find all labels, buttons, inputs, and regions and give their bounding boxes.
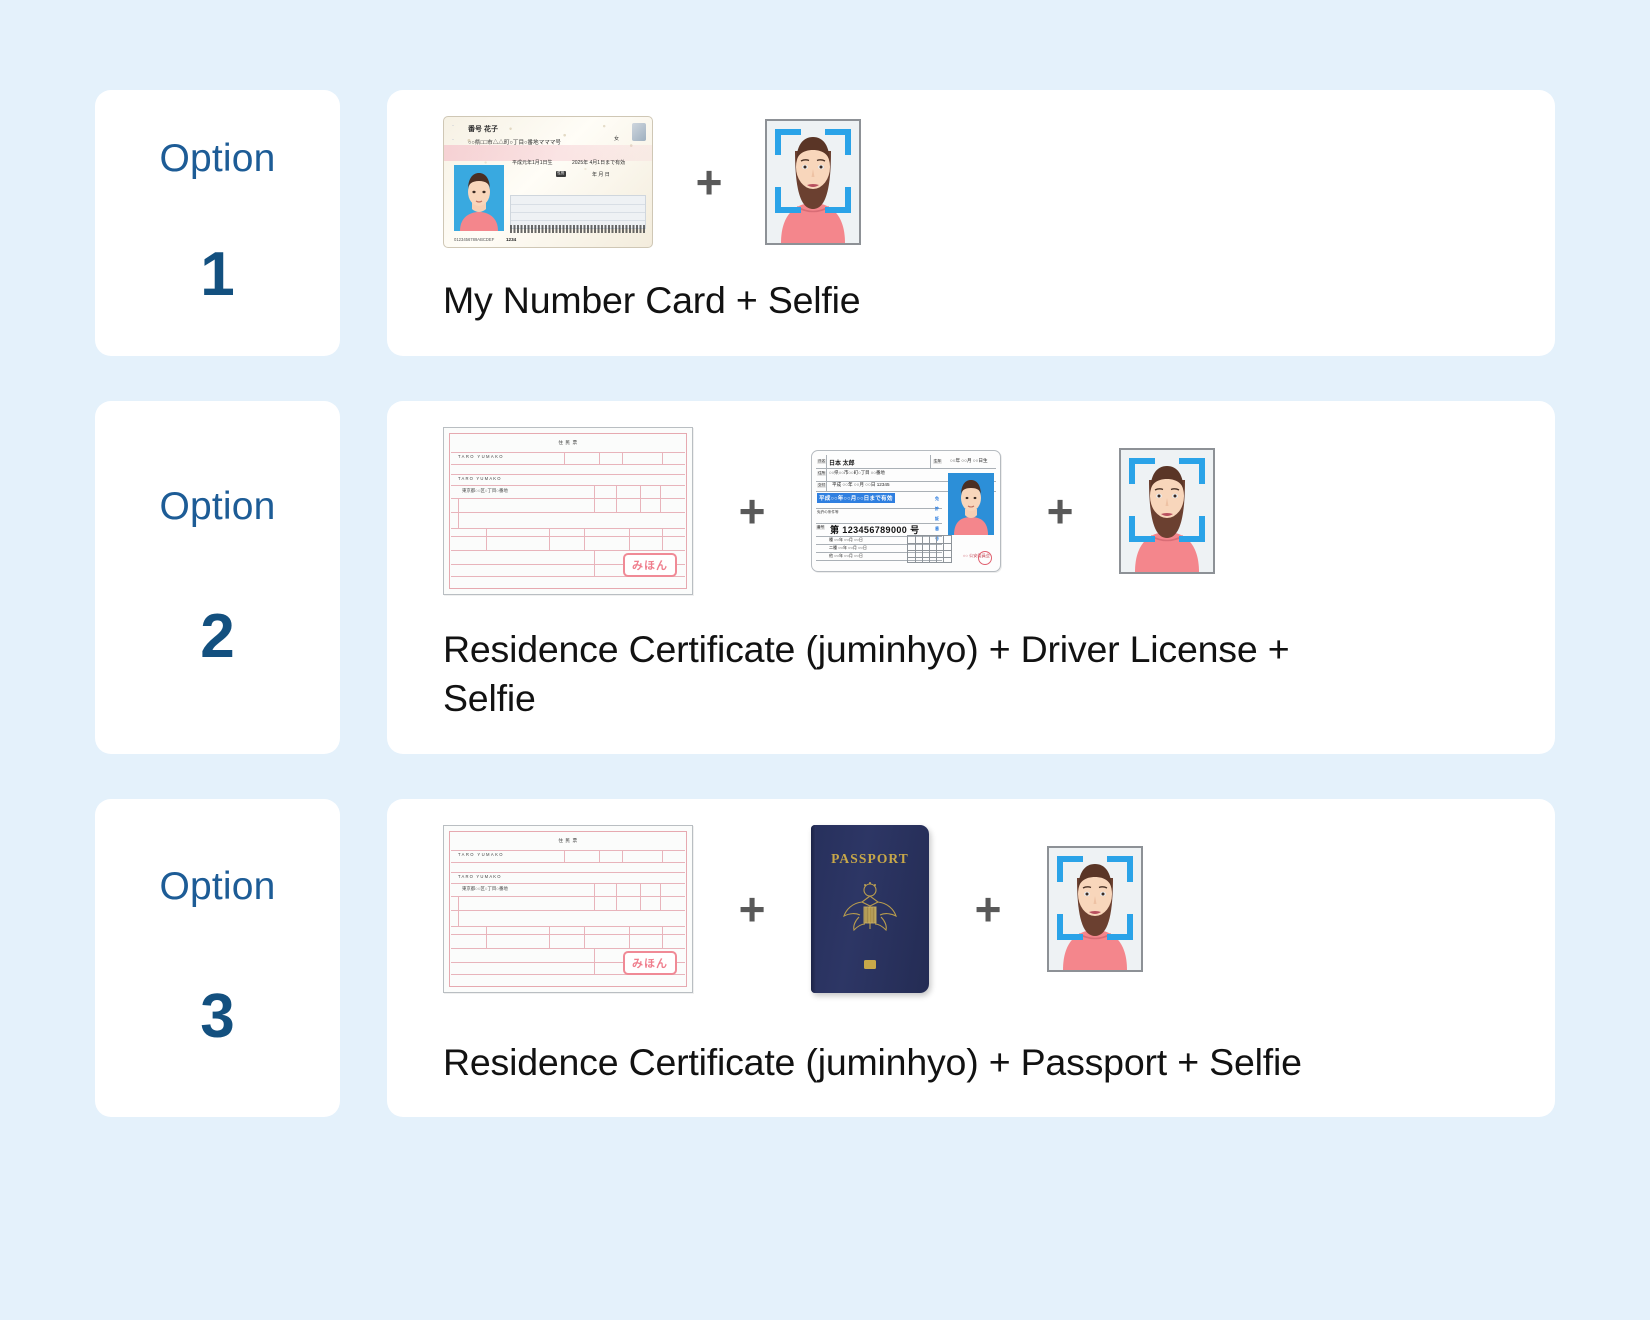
jh-title: 住 民 票: [558, 838, 577, 844]
option-1-content-card: 番号 花子 ○○県□□市△△町○丁目○番地マママ号 平成元年1月1日生 2025…: [387, 90, 1555, 356]
dl-issue-value: 平成 ○○年 ○○月 ○○日 12345: [832, 482, 890, 488]
dl-type-row-2: 二種 ○○年 ○○月 ○○日: [829, 545, 867, 551]
option-row-2: Option 2 住 民 票 TARO YUMAKO TARO YUMAKO 東…: [95, 401, 1555, 754]
option-2-caption: Residence Certificate (juminhyo) + Drive…: [443, 625, 1373, 724]
mn-serial: 0123456789ABCDEF: [454, 237, 494, 242]
dl-address-label: 住所: [817, 471, 826, 477]
focus-bracket-top-left-icon: [1129, 458, 1155, 484]
dl-official-seal-icon: [978, 551, 992, 565]
dl-issue-label: 交付: [817, 483, 826, 489]
focus-bracket-bottom-right-icon: [1107, 914, 1133, 940]
plus-separator: +: [693, 825, 811, 993]
option-2-content-card: 住 民 票 TARO YUMAKO TARO YUMAKO 東京都○○区○丁目○…: [387, 401, 1555, 754]
dl-birth-value: ○○年 ○○月 ○○日生: [950, 458, 988, 464]
dl-name-label: 氏名: [817, 459, 826, 465]
option-row-3: Option 3 住 民 票 TARO YUMAKO TARO YUMAKO 東…: [95, 799, 1555, 1118]
residence-certificate-image: 住 民 票 TARO YUMAKO TARO YUMAKO 東京都○○区○丁目○…: [443, 427, 693, 595]
passport-image: PASSPORT: [811, 825, 929, 993]
option-1-number: 1: [200, 244, 234, 306]
option-3-content-card: 住 民 票 TARO YUMAKO TARO YUMAKO 東京都○○区○丁目○…: [387, 799, 1555, 1118]
selfie-image: [1119, 448, 1215, 574]
option-3-label-card: Option 3: [95, 799, 340, 1118]
focus-bracket-bottom-left-icon: [775, 187, 801, 213]
focus-bracket-bottom-right-icon: [825, 187, 851, 213]
jh-sample-stamp: みほん: [623, 951, 677, 975]
option-2-number: 2: [200, 606, 234, 668]
option-2-assets: 住 民 票 TARO YUMAKO TARO YUMAKO 東京都○○区○丁目○…: [443, 427, 1499, 595]
focus-bracket-top-right-icon: [1107, 856, 1133, 882]
focus-bracket-top-right-icon: [825, 129, 851, 155]
option-1-caption: My Number Card + Selfie: [443, 276, 1499, 326]
plus-separator: +: [1001, 427, 1119, 595]
plus-separator: +: [693, 427, 811, 595]
dl-type-row-1: 種 ○○年 ○○月 ○○日: [829, 537, 863, 543]
dl-conditions-label: 免許の条件等: [817, 510, 839, 515]
ic-chip-icon: [632, 123, 646, 141]
plus-separator: +: [929, 825, 1047, 993]
mn-name-value: 番号 花子: [468, 124, 498, 134]
jh-name-romaji: TARO YUMAKO: [458, 454, 504, 459]
biometric-chip-icon: [864, 960, 876, 969]
residence-certificate-image: 住 民 票 TARO YUMAKO TARO YUMAKO 東京都○○区○丁目○…: [443, 825, 693, 993]
selfie-frame: [1047, 846, 1143, 972]
option-2-label-card: Option 2: [95, 401, 340, 754]
mn-sex-label: 性別: [556, 171, 566, 177]
passport-title: PASSPORT: [811, 851, 929, 867]
portrait-illustration: [454, 165, 504, 231]
jh-address: 東京都○○区○丁目○番地: [462, 886, 508, 892]
selfie-frame: [765, 119, 861, 245]
mn-serial-2: 1234: [506, 237, 516, 242]
mn-portrait-photo: [454, 165, 504, 231]
focus-bracket-bottom-left-icon: [1057, 914, 1083, 940]
option-row-1: Option 1 番号 花子 ○○県□□市△△町○丁目○番地マママ号 平成元年1…: [95, 90, 1555, 356]
mn-expiry-value: 2025年 4月1日まで有効: [572, 159, 625, 166]
mn-detail-grid: [510, 195, 646, 229]
jh-name-romaji-2: TARO YUMAKO: [458, 476, 502, 481]
mn-year-label: 年 月 日: [592, 171, 610, 178]
mn-birth-value: 平成元年1月1日生: [512, 159, 553, 166]
options-page: Option 1 番号 花子 ○○県□□市△△町○丁目○番地マママ号 平成元年1…: [0, 0, 1650, 1320]
jh-address: 東京都○○区○丁目○番地: [462, 488, 508, 494]
focus-bracket-bottom-right-icon: [1179, 516, 1205, 542]
focus-bracket-top-left-icon: [1057, 856, 1083, 882]
focus-bracket-top-right-icon: [1179, 458, 1205, 484]
jh-sample-stamp: みほん: [623, 553, 677, 577]
option-3-caption: Residence Certificate (juminhyo) + Passp…: [443, 1038, 1499, 1088]
mn-sex-value: 女: [614, 135, 619, 142]
great-seal-illustration: [839, 877, 901, 939]
jh-name-romaji-2: TARO YUMAKO: [458, 874, 502, 879]
option-1-label-card: Option 1: [95, 90, 340, 356]
mn-address-value: ○○県□□市△△町○丁目○番地マママ号: [468, 138, 561, 146]
option-3-label: Option: [159, 867, 275, 906]
jh-title: 住 民 票: [558, 440, 577, 446]
dl-expiry-highlight: 平成○○年○○月○○日まで有効: [817, 493, 895, 503]
mn-micro-print: [510, 225, 646, 233]
plus-separator: +: [653, 116, 765, 248]
dl-portrait-photo: [948, 473, 994, 535]
selfie-image: [765, 119, 861, 245]
selfie-frame: [1119, 448, 1215, 574]
eagle-seal-icon: [839, 877, 901, 944]
option-3-number: 3: [200, 986, 234, 1048]
dl-birth-label: 生年: [933, 459, 942, 465]
focus-bracket-bottom-left-icon: [1129, 516, 1155, 542]
driver-license-image: 氏名 日本 太郎 生年 ○○年 ○○月 ○○日生 住所 ○○県○○市○○町○丁目…: [811, 450, 1001, 572]
option-1-label: Option: [159, 139, 275, 178]
dl-category-table: [907, 535, 952, 563]
selfie-image: [1047, 846, 1143, 972]
dl-address-value: ○○県○○市○○町○丁目 ○○番地: [829, 470, 885, 476]
dl-number-label: 番号: [816, 525, 825, 531]
dl-portrait-illustration: [948, 473, 994, 535]
dl-type-row-3: 他 ○○年 ○○月 ○○日: [829, 553, 863, 559]
jh-name-romaji: TARO YUMAKO: [458, 852, 504, 857]
my-number-card-image: 番号 花子 ○○県□□市△△町○丁目○番地マママ号 平成元年1月1日生 2025…: [443, 116, 653, 248]
focus-bracket-top-left-icon: [775, 129, 801, 155]
option-3-assets: 住 民 票 TARO YUMAKO TARO YUMAKO 東京都○○区○丁目○…: [443, 825, 1499, 993]
option-1-assets: 番号 花子 ○○県□□市△△町○丁目○番地マママ号 平成元年1月1日生 2025…: [443, 116, 1499, 248]
dl-name-value: 日本 太郎: [829, 458, 855, 467]
option-2-label: Option: [159, 487, 275, 526]
